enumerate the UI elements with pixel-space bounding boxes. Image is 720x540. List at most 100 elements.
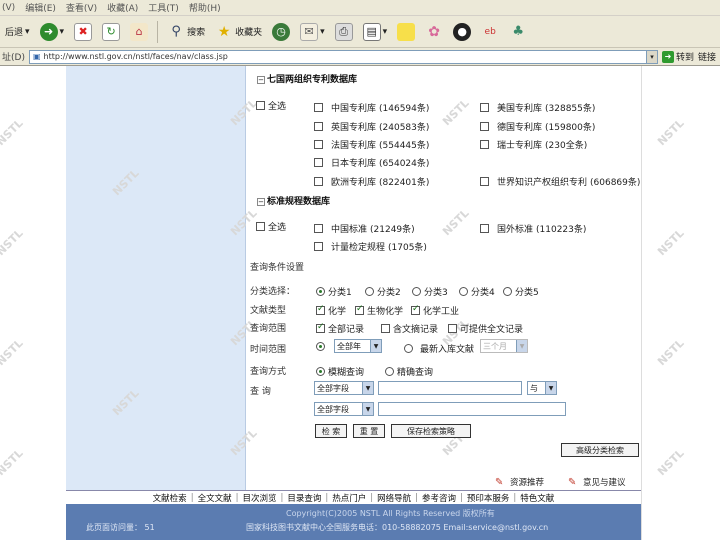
doc-type-option[interactable]: 生物化学	[355, 304, 403, 317]
menu-item[interactable]: (V)	[2, 3, 15, 13]
menu-item[interactable]: 查看(V)	[66, 1, 97, 14]
menu-item[interactable]: 工具(T)	[148, 1, 179, 14]
ebay-button[interactable]: eb	[478, 21, 502, 43]
mail-button[interactable]: ✉ ▾	[297, 21, 328, 43]
checkbox[interactable]	[448, 324, 457, 333]
standard-db-item[interactable]: 计量检定规程 (1705条)	[314, 240, 427, 253]
patent-db-item[interactable]: 德国专利库 (159800条)	[480, 120, 595, 133]
refresh-button[interactable]: ↻	[99, 21, 123, 43]
checkbox[interactable]	[314, 224, 323, 233]
checkbox[interactable]	[480, 122, 489, 131]
radio[interactable]	[404, 344, 413, 353]
checkbox[interactable]	[314, 103, 323, 112]
doc-type-option[interactable]: 化学	[316, 304, 346, 317]
radio[interactable]	[385, 367, 394, 376]
footer-nav-link[interactable]: 目录查询	[287, 492, 321, 504]
radio[interactable]	[365, 287, 374, 296]
url-dropdown-button[interactable]: ▾	[645, 49, 658, 64]
category-option[interactable]: 分类1	[316, 285, 352, 298]
links-label[interactable]: 链接	[698, 50, 716, 63]
footer-nav-link[interactable]: 目次浏览	[242, 492, 276, 504]
category-option[interactable]: 分类2	[365, 285, 401, 298]
category-option[interactable]: 分类5	[503, 285, 539, 298]
forward-button[interactable]: ➜ ▾	[37, 21, 68, 43]
radio[interactable]	[503, 287, 512, 296]
scope-option[interactable]: 含文摘记录	[381, 322, 438, 335]
print-button[interactable]: ⎙	[332, 21, 356, 43]
time-all-select[interactable]: 全部年 ▼	[334, 339, 382, 353]
footer-nav-link[interactable]: 参考咨询	[422, 492, 456, 504]
home-button[interactable]: ⌂	[127, 21, 151, 43]
mode-option[interactable]: 模糊查询	[316, 365, 364, 378]
scope-option[interactable]: 可提供全文记录	[448, 322, 523, 335]
footer-nav-link[interactable]: 文献检索	[153, 492, 187, 504]
checkbox[interactable]	[316, 322, 325, 333]
footer-nav-link[interactable]: 预印本服务	[467, 492, 510, 504]
checkbox[interactable]	[314, 242, 323, 251]
search-input-2[interactable]	[378, 402, 566, 416]
menu-item[interactable]: 帮助(H)	[189, 1, 221, 14]
note-button[interactable]	[394, 21, 418, 43]
patent-db-item[interactable]: 世界知识产权组织专利 (606869条)	[480, 175, 640, 188]
back-button[interactable]: 后退 ▾	[2, 21, 33, 43]
opinion-link[interactable]: ✎ 意见与建议	[568, 476, 626, 488]
menu-item[interactable]: 收藏(A)	[107, 1, 138, 14]
standard-section-title[interactable]: − 标准规程数据库	[257, 194, 330, 207]
field-select-1[interactable]: 全部字段 ▼	[314, 381, 374, 395]
checkbox[interactable]	[314, 140, 323, 149]
save-strategy-button[interactable]: 保存检索策略	[391, 424, 471, 438]
logic-select[interactable]: 与 ▼	[527, 381, 557, 395]
edit-button[interactable]: ▤ ▾	[360, 21, 391, 43]
go-button[interactable]: ➜ 转到	[661, 50, 694, 63]
scope-option[interactable]: 全部记录	[316, 322, 364, 335]
time-recent-radio[interactable]: 最新入库文献	[404, 342, 474, 355]
patent-db-item[interactable]: 英国专利库 (240583条)	[314, 120, 429, 133]
footer-nav-link[interactable]: 网络导航	[377, 492, 411, 504]
search-input-1[interactable]	[378, 381, 522, 395]
patent-select-all[interactable]: 全选	[256, 99, 286, 112]
radio[interactable]	[459, 287, 468, 296]
checkbox[interactable]	[480, 224, 489, 233]
radio[interactable]	[316, 342, 325, 351]
time-all-radio[interactable]	[316, 342, 325, 351]
standard-db-item[interactable]: 中国标准 (21249条)	[314, 222, 415, 235]
checkbox[interactable]	[480, 103, 489, 112]
patent-db-item[interactable]: 中国专利库 (146594条)	[314, 101, 429, 114]
advanced-search-button[interactable]: 高级分类检索	[561, 443, 639, 457]
checkbox[interactable]	[256, 222, 265, 231]
field-select-2[interactable]: 全部字段 ▼	[314, 402, 374, 416]
doc-type-option[interactable]: 化学工业	[411, 304, 459, 317]
menu-item[interactable]: 编辑(E)	[25, 1, 56, 14]
radio[interactable]	[412, 287, 421, 296]
history-button[interactable]: ◷	[269, 21, 293, 43]
url-input[interactable]: ▣ http://www.nstl.gov.cn/nstl/faces/nav/…	[28, 49, 647, 64]
messenger-button[interactable]: ♣	[506, 21, 530, 43]
radio[interactable]	[316, 367, 325, 376]
checkbox[interactable]	[314, 177, 323, 186]
mode-option[interactable]: 精确查询	[385, 365, 433, 378]
recommend-link[interactable]: ✎ 资源推荐	[495, 476, 544, 488]
patent-db-item[interactable]: 美国专利库 (328855条)	[480, 101, 595, 114]
search-button[interactable]: ⚲ 搜索	[164, 21, 208, 43]
standard-select-all[interactable]: 全选	[256, 220, 286, 233]
category-option[interactable]: 分类3	[412, 285, 448, 298]
radio[interactable]	[316, 287, 325, 296]
patent-db-item[interactable]: 法国专利库 (554445条)	[314, 138, 429, 151]
checkbox[interactable]	[480, 177, 489, 186]
category-option[interactable]: 分类4	[459, 285, 495, 298]
checkbox[interactable]	[411, 304, 420, 315]
patent-db-item[interactable]: 瑞士专利库 (230全条)	[480, 138, 587, 151]
checkbox[interactable]	[256, 101, 265, 110]
standard-db-item[interactable]: 国外标准 (110223条)	[480, 222, 586, 235]
footer-nav-link[interactable]: 热点门户	[332, 492, 366, 504]
footer-nav-link[interactable]: 全文文献	[198, 492, 232, 504]
checkbox[interactable]	[480, 140, 489, 149]
checkbox[interactable]	[314, 158, 323, 167]
reset-button[interactable]: 重 置	[353, 424, 385, 438]
footer-nav-link[interactable]: 特色文献	[520, 492, 554, 504]
patent-section-title[interactable]: − 七国两组织专利数据库	[257, 72, 357, 85]
patent-db-item[interactable]: 欧洲专利库 (822401条)	[314, 175, 429, 188]
stop-button[interactable]: ✖	[71, 21, 95, 43]
favorites-button[interactable]: ★ 收藏夹	[212, 21, 265, 43]
checkbox[interactable]	[316, 304, 325, 315]
